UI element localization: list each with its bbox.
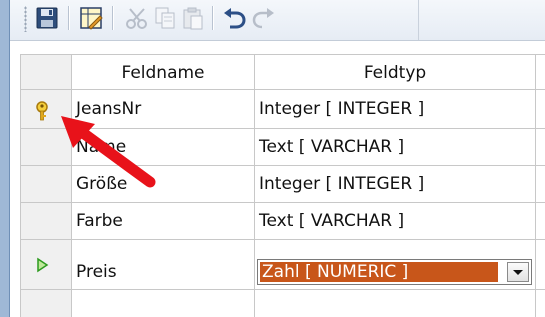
field-type-cell[interactable]: Integer [ INTEGER ] (259, 174, 424, 194)
grid-border (20, 54, 21, 317)
grid-border (535, 54, 536, 317)
toolbar-grip[interactable] (24, 6, 27, 32)
toolbar-separator (68, 6, 70, 30)
save-button[interactable] (32, 3, 62, 33)
toolbar-separator (212, 6, 214, 30)
copy-icon (155, 7, 175, 29)
column-header-field-type[interactable]: Feldtyp (255, 63, 535, 83)
toolbar (10, 0, 545, 41)
toolbar-separator (112, 6, 114, 30)
grid-border (20, 289, 545, 290)
chevron-down-icon (513, 270, 523, 275)
current-row-icon (37, 257, 49, 273)
redo-button[interactable] (248, 3, 278, 33)
field-name-cell[interactable]: Farbe (76, 211, 123, 231)
save-icon (36, 7, 58, 29)
cut-icon (126, 8, 147, 29)
grid-border (20, 89, 545, 90)
copy-button[interactable] (150, 3, 180, 33)
grid-top-border (20, 54, 545, 55)
grid-border (20, 202, 545, 203)
paste-button[interactable] (178, 3, 208, 33)
toolbar-end (418, 0, 419, 40)
field-type-dropdown[interactable]: Zahl [ NUMERIC ] (257, 259, 532, 285)
annotation-arrow (61, 116, 156, 188)
field-type-cell[interactable]: Text [ VARCHAR ] (259, 137, 404, 157)
primary-key-icon (36, 101, 48, 121)
window-frame (0, 0, 10, 317)
field-type-cell[interactable]: Integer [ INTEGER ] (259, 99, 424, 119)
cut-button[interactable] (122, 3, 152, 33)
grid-border (20, 239, 545, 240)
dropdown-button[interactable] (507, 262, 529, 282)
field-type-cell[interactable]: Text [ VARCHAR ] (259, 211, 404, 231)
column-header-field-name[interactable]: Feldname (72, 63, 254, 83)
grid-border (254, 54, 255, 317)
paste-icon (183, 7, 203, 30)
field-name-cell[interactable]: Preis (76, 262, 117, 282)
undo-button[interactable] (220, 3, 250, 33)
field-type-selected-value: Zahl [ NUMERIC ] (260, 262, 498, 282)
table-design-icon (80, 7, 103, 30)
redo-icon (252, 8, 274, 29)
undo-icon (224, 8, 246, 29)
table-design-button[interactable] (76, 3, 106, 33)
